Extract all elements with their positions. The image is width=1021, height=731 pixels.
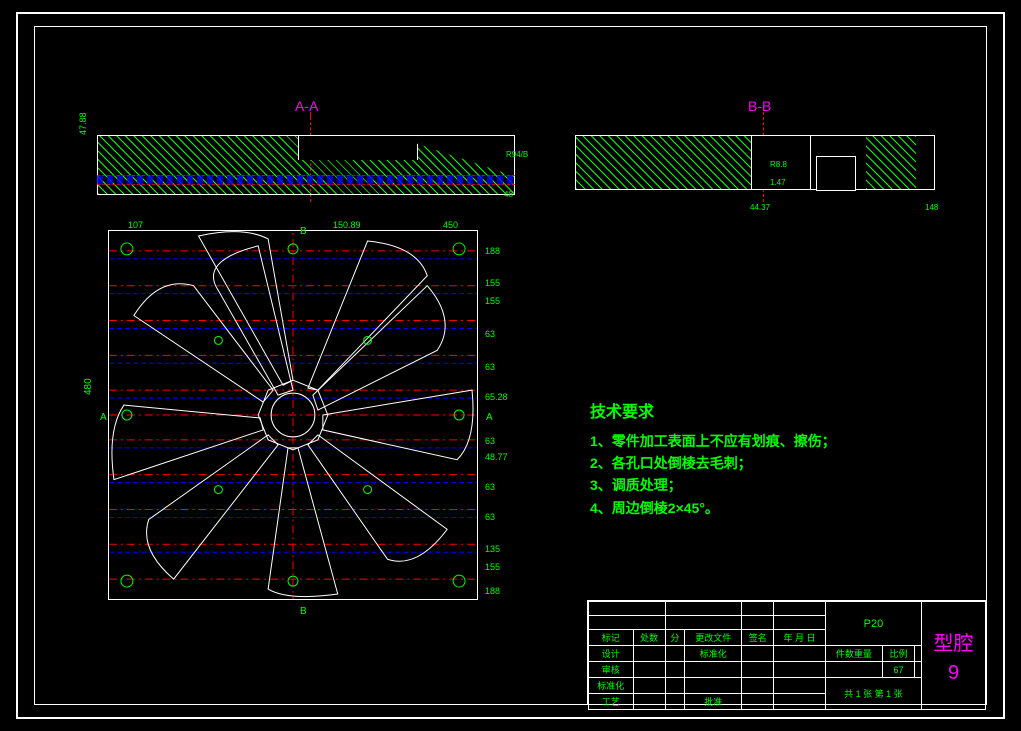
hdr: 签名 xyxy=(742,630,774,646)
dim-callout-a: R94/B xyxy=(506,150,528,159)
row-label: 设计 xyxy=(589,646,634,662)
dim: 150.89 xyxy=(333,220,361,230)
dim: 188 xyxy=(485,247,500,256)
tech-item: 3、调质处理； xyxy=(590,474,836,496)
hdr: 标记 xyxy=(589,630,634,646)
row-label: 标准化 xyxy=(589,678,634,694)
dim-height-a: 47.88 xyxy=(78,112,88,135)
dim: 63 xyxy=(485,330,495,339)
hdr: 更改文件 xyxy=(685,630,742,646)
row-label-mid: 标准化 xyxy=(685,646,742,662)
dim-plan-y: 480 xyxy=(83,378,94,395)
dim: 450 xyxy=(443,220,458,230)
section-a-dashlines xyxy=(97,175,515,185)
hatch-right xyxy=(866,136,916,189)
scale-label: 比例 xyxy=(882,646,914,662)
dim-b-1: 1.47 xyxy=(770,178,786,187)
dim: 63 xyxy=(485,483,495,492)
plan-view xyxy=(108,230,478,600)
hdr: 处数 xyxy=(633,630,665,646)
drawing-number: 9 xyxy=(924,662,983,685)
row-label-mid2: 批准 xyxy=(685,694,742,710)
dim: 155 xyxy=(485,297,500,306)
row-label: 审核 xyxy=(589,662,634,678)
taper-cut xyxy=(394,136,514,176)
tech-item: 4、周边倒棱2×45°。 xyxy=(590,497,836,519)
section-a-label: A-A xyxy=(295,98,318,114)
dim-b-0: R8.8 xyxy=(770,160,787,169)
section-b-label: B-B xyxy=(748,98,771,114)
hdr: 分 xyxy=(665,630,685,646)
mass-cell: 67 xyxy=(882,662,914,678)
part-name: 型腔 xyxy=(924,627,983,656)
section-a-view xyxy=(97,135,515,195)
dim-b-2: 44.37 xyxy=(750,203,770,212)
inner-step xyxy=(816,156,856,191)
dim: 63 xyxy=(485,437,495,446)
dim: 107 xyxy=(128,220,143,230)
hdr: 年 月 日 xyxy=(774,630,826,646)
sheet-cell: 共 1 张 第 1 张 xyxy=(825,678,921,710)
dim: 63 xyxy=(485,513,495,522)
dim: 135 xyxy=(485,545,500,554)
dim: 188 xyxy=(485,587,500,596)
dim-bottom-a: 48 xyxy=(504,190,513,199)
tech-item: 2、各孔口处倒棱去毛刺； xyxy=(590,452,836,474)
dim: 155 xyxy=(485,563,500,572)
dim: 65.28 xyxy=(485,393,508,402)
tech-item: 1、零件加工表面上不应有划痕、擦伤； xyxy=(590,430,836,452)
title-block: P20 型腔 9 标记 处数 分 更改文件 签名 年 月 日 设计 标准化 件数… xyxy=(587,600,987,705)
dim: 63 xyxy=(485,363,495,372)
dim-b-3: 148 xyxy=(925,203,938,212)
tech-title: 技术要求 xyxy=(590,400,836,426)
plan-top-dims: 107 150.89 450 xyxy=(108,220,478,232)
material-cell: P20 xyxy=(825,602,921,646)
hatch-left xyxy=(576,136,751,189)
row-label: 工艺 xyxy=(589,694,634,710)
technical-requirements: 技术要求 1、零件加工表面上不应有划痕、擦伤； 2、各孔口处倒棱去毛刺； 3、调… xyxy=(590,400,836,519)
weight-label: 件数重量 xyxy=(825,646,882,662)
section-b-view xyxy=(575,135,935,190)
dim: 48.77 xyxy=(485,453,508,462)
dim: 155 xyxy=(485,279,500,288)
